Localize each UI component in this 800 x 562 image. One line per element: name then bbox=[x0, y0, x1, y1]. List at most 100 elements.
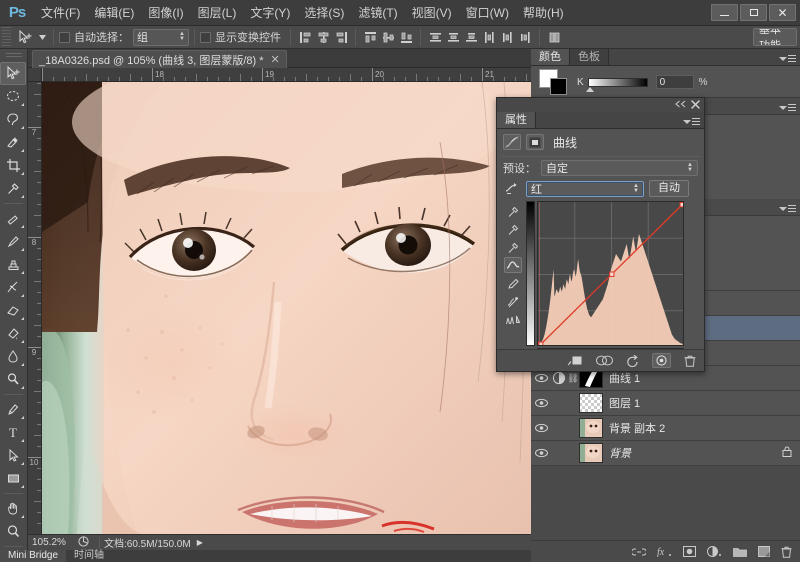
collapse-icon[interactable] bbox=[675, 100, 686, 110]
new-layer-icon[interactable] bbox=[758, 546, 770, 557]
eraser-tool[interactable] bbox=[0, 299, 26, 322]
slider-thumb[interactable] bbox=[585, 86, 594, 92]
layer-name[interactable]: 曲线 1 bbox=[609, 370, 640, 386]
delete-layer-icon[interactable] bbox=[781, 546, 792, 558]
menu-window[interactable]: 窗口(W) bbox=[459, 0, 516, 26]
pencil-draw-curve-icon[interactable] bbox=[504, 275, 522, 291]
menu-help[interactable]: 帮助(H) bbox=[516, 0, 571, 26]
properties-titlebar[interactable] bbox=[497, 98, 704, 112]
channel-dropdown[interactable]: 红 ▲ ▼ bbox=[526, 180, 644, 197]
distribute-right-edges-icon[interactable] bbox=[516, 29, 534, 46]
blur-tool[interactable] bbox=[0, 345, 26, 368]
k-channel-slider[interactable] bbox=[585, 77, 648, 92]
properties-panel[interactable]: 属性 曲线 预设： 自定 ▲ ▼ 红 ▲ ▼ 自动 bbox=[496, 97, 705, 372]
zoom-level[interactable]: 105.2% bbox=[28, 537, 78, 548]
k-value-field[interactable]: 0 bbox=[655, 75, 694, 89]
tab-properties[interactable]: 属性 bbox=[497, 112, 536, 128]
lasso-tool[interactable] bbox=[0, 108, 26, 131]
distribute-horizontal-centers-icon[interactable] bbox=[498, 29, 516, 46]
layer-visibility-toggle[interactable] bbox=[531, 398, 551, 408]
clip-to-layer-icon[interactable] bbox=[526, 134, 544, 150]
options-bar-grip[interactable] bbox=[2, 27, 11, 47]
brush-tool[interactable] bbox=[0, 230, 26, 253]
table-row[interactable]: 背景 副本 2 bbox=[531, 416, 800, 441]
on-image-adjust-icon[interactable] bbox=[503, 182, 521, 195]
distribute-vertical-centers-icon[interactable] bbox=[444, 29, 462, 46]
black-point-eyedropper-icon[interactable] bbox=[504, 203, 522, 219]
toggle-visibility-icon[interactable] bbox=[652, 353, 671, 368]
smooth-curve-icon[interactable] bbox=[504, 293, 522, 309]
document-tab[interactable]: _18A0326.psd @ 105% (曲线 3, 图层蒙版/8) * ✕ bbox=[32, 50, 287, 68]
auto-align-layers-icon[interactable] bbox=[545, 29, 563, 46]
close-icon[interactable]: ✕ bbox=[271, 53, 280, 66]
horizontal-type-tool[interactable]: T bbox=[0, 421, 26, 444]
canvas-area[interactable]: 18 19 20 21 22 7 8 9 10 bbox=[28, 68, 531, 534]
layer-visibility-toggle[interactable] bbox=[531, 448, 551, 458]
color-panel-menu-button[interactable] bbox=[779, 55, 796, 62]
rectangle-tool[interactable] bbox=[0, 467, 26, 490]
tab-mini-bridge[interactable]: Mini Bridge bbox=[0, 550, 67, 562]
auto-select-dropdown[interactable]: 组 ▲ ▼ bbox=[133, 28, 189, 46]
delete-icon[interactable] bbox=[684, 355, 696, 367]
gray-point-eyedropper-icon[interactable] bbox=[504, 221, 522, 237]
layer-thumbnail[interactable] bbox=[579, 393, 603, 413]
tab-color[interactable]: 颜色 bbox=[531, 49, 570, 65]
status-expand-arrow-icon[interactable]: ▶ bbox=[197, 538, 203, 547]
crop-tool[interactable] bbox=[0, 154, 26, 177]
hand-tool[interactable] bbox=[0, 497, 26, 520]
menu-image[interactable]: 图像(I) bbox=[141, 0, 190, 26]
tab-timeline[interactable]: 时间轴 bbox=[66, 550, 112, 562]
show-transform-controls-checkbox[interactable] bbox=[200, 31, 211, 43]
toolbox-grip[interactable] bbox=[5, 53, 22, 59]
minimize-button[interactable] bbox=[711, 4, 738, 21]
menu-view[interactable]: 视图(V) bbox=[405, 0, 459, 26]
menu-layer[interactable]: 图层(L) bbox=[191, 0, 244, 26]
color-panel-swatches[interactable] bbox=[539, 69, 569, 95]
auto-select-checkbox[interactable] bbox=[59, 31, 70, 43]
curves-adjustment-icon[interactable] bbox=[503, 134, 521, 150]
dodge-tool[interactable] bbox=[0, 368, 26, 391]
mask-link-icon[interactable]: ⛓ bbox=[567, 373, 579, 384]
align-left-edges-icon[interactable] bbox=[296, 29, 314, 46]
menu-filter[interactable]: 滤镜(T) bbox=[351, 0, 404, 26]
layer-thumbnail[interactable] bbox=[579, 418, 603, 438]
table-row[interactable]: 背景 bbox=[531, 441, 800, 466]
workspace-switcher-button[interactable]: 基本功能 bbox=[753, 28, 797, 46]
preset-dropdown[interactable]: 自定 ▲ ▼ bbox=[541, 160, 698, 176]
path-selection-tool[interactable] bbox=[0, 444, 26, 467]
layer-name[interactable]: 图层 1 bbox=[609, 395, 640, 411]
zoom-tool[interactable] bbox=[0, 520, 26, 543]
layer-name[interactable]: 背景 副本 2 bbox=[609, 420, 665, 436]
spot-healing-brush-tool[interactable] bbox=[0, 207, 26, 230]
add-mask-icon[interactable] bbox=[683, 546, 696, 557]
new-group-icon[interactable] bbox=[733, 546, 747, 557]
close-button[interactable]: ✕ bbox=[769, 4, 796, 21]
curve-graph[interactable] bbox=[537, 201, 684, 346]
layer-style-fx-icon[interactable]: fx bbox=[657, 546, 672, 557]
layer-visibility-toggle[interactable] bbox=[531, 423, 551, 433]
pen-tool[interactable] bbox=[0, 398, 26, 421]
tab-swatches[interactable]: 色板 bbox=[570, 49, 609, 65]
table-row[interactable]: 图层 1 bbox=[531, 391, 800, 416]
stub-menu-2-button[interactable] bbox=[779, 205, 796, 212]
tool-preset-chevron-icon[interactable] bbox=[36, 28, 48, 47]
horizontal-ruler[interactable]: 18 19 20 21 22 bbox=[42, 68, 531, 82]
align-horizontal-centers-icon[interactable] bbox=[314, 29, 332, 46]
auto-button[interactable]: 自动 bbox=[649, 180, 689, 197]
align-right-edges-icon[interactable] bbox=[332, 29, 350, 46]
move-tool[interactable] bbox=[0, 62, 26, 85]
new-adjustment-layer-icon[interactable] bbox=[707, 546, 722, 557]
gradient-tool[interactable] bbox=[0, 322, 26, 345]
stub-menu-1-button[interactable] bbox=[779, 104, 796, 111]
eyedropper-tool[interactable] bbox=[0, 177, 26, 200]
properties-panel-menu-button[interactable] bbox=[683, 118, 700, 125]
quick-selection-tool[interactable] bbox=[0, 131, 26, 154]
clip-to-layer-icon[interactable] bbox=[567, 354, 583, 367]
view-previous-state-icon[interactable] bbox=[596, 355, 613, 366]
white-point-eyedropper-icon[interactable] bbox=[504, 239, 522, 255]
layer-visibility-toggle[interactable] bbox=[531, 373, 551, 383]
align-bottom-edges-icon[interactable] bbox=[397, 29, 415, 46]
menu-select[interactable]: 选择(S) bbox=[297, 0, 351, 26]
elliptical-marquee-tool[interactable] bbox=[0, 85, 26, 108]
distribute-left-edges-icon[interactable] bbox=[480, 29, 498, 46]
